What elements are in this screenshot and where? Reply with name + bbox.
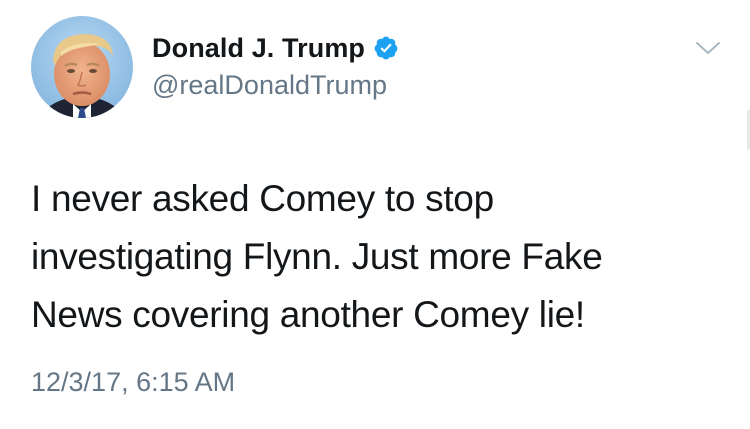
tweet-text: I never asked Comey to stop investigatin… <box>31 170 721 344</box>
tweet-text-line: News covering another Comey lie! <box>31 294 585 335</box>
tweet-text-line: investigating Flynn. Just more Fake <box>31 236 603 277</box>
chevron-down-icon[interactable] <box>693 36 723 60</box>
avatar-image <box>31 16 133 118</box>
tweet-text-line: I never asked Comey to stop <box>31 178 494 219</box>
tweet-timestamp[interactable]: 12/3/17, 6:15 AM <box>31 367 235 398</box>
verified-badge-icon <box>373 35 399 61</box>
avatar[interactable] <box>31 16 133 118</box>
display-name[interactable]: Donald J. Trump <box>152 33 365 64</box>
author-handle[interactable]: @realDonaldTrump <box>152 70 387 101</box>
tweet-card: Donald J. Trump @realDonaldTrump I never… <box>0 0 750 429</box>
author-name-row[interactable]: Donald J. Trump <box>152 30 399 66</box>
